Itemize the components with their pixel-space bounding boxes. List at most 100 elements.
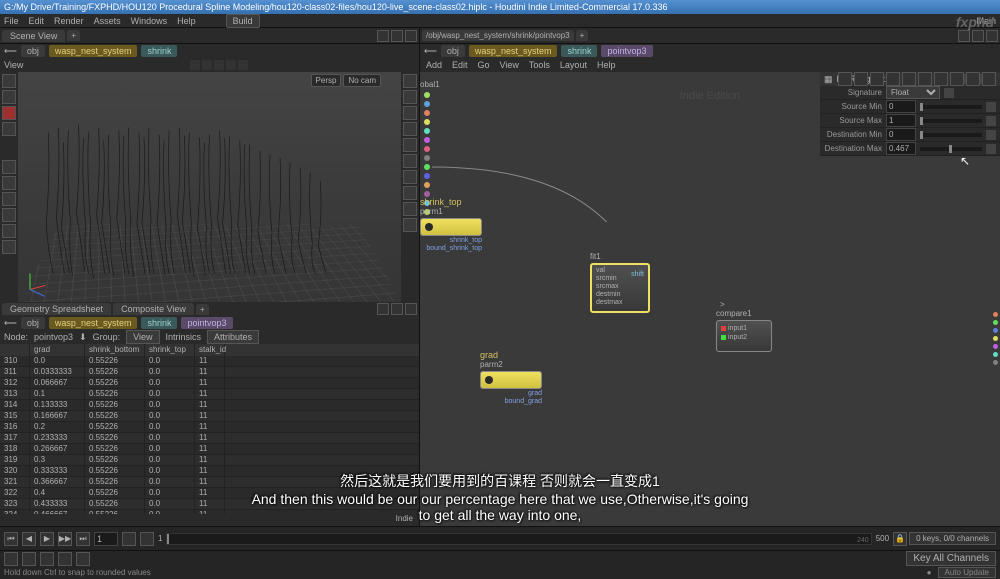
breadcrumb-back-icon[interactable]: ⟵ [4, 46, 17, 57]
fit-in-destmax[interactable]: destmax [596, 299, 622, 307]
col-grad[interactable]: grad [30, 344, 85, 356]
net-view[interactable]: View [500, 60, 519, 70]
tl2-e-icon[interactable] [76, 552, 90, 566]
net-layout[interactable]: Layout [560, 60, 587, 70]
table-row[interactable]: 3130.10.552260.011 [0, 389, 419, 400]
scene-viewport[interactable]: Persp No cam [0, 72, 419, 302]
auto-update-button[interactable]: Auto Update [938, 567, 996, 578]
grad-out2[interactable]: bound_grad [480, 398, 542, 406]
add-spread-tab[interactable]: + [196, 304, 209, 315]
fit-in-srcmax[interactable]: srcmax [596, 283, 622, 291]
table-row[interactable]: 3190.30.552260.011 [0, 455, 419, 466]
play-next-icon[interactable]: ▶▶ [58, 532, 72, 546]
fit-out-shift[interactable]: shift [631, 271, 644, 278]
net-pin-icon[interactable] [958, 30, 970, 42]
ntb-c-icon[interactable] [870, 72, 884, 86]
tl-lock-icon[interactable]: 🔒 [893, 532, 907, 546]
col-shrink-top[interactable]: shrink_top [145, 344, 195, 356]
timeline-start[interactable]: 1 [158, 534, 162, 543]
net-add[interactable]: Add [426, 60, 442, 70]
ntb-f-icon[interactable] [918, 72, 932, 86]
net-menu-icon[interactable] [986, 30, 998, 42]
ntb-j-icon[interactable] [982, 72, 996, 86]
scrumb-pointvop[interactable]: pointvop3 [181, 317, 232, 329]
node-compare1[interactable]: > compare1 input1 input2 [716, 300, 772, 352]
node-global[interactable]: obal1 [420, 80, 440, 89]
crumb-wasp-nest[interactable]: wasp_nest_system [49, 45, 138, 57]
pane-max-icon[interactable] [391, 30, 403, 42]
tool-handle-icon[interactable] [2, 106, 16, 120]
ntb-b-icon[interactable] [854, 72, 868, 86]
tool-select-icon[interactable] [2, 74, 16, 88]
tool-a-icon[interactable] [2, 160, 16, 174]
tl2-d-icon[interactable] [58, 552, 72, 566]
rtool-b-icon[interactable] [403, 90, 417, 104]
node-fit1[interactable]: fit1 val srcmin srcmax destmin destmax s… [590, 252, 650, 313]
viewport-3d[interactable]: Persp No cam [18, 72, 401, 302]
tl2-a-icon[interactable] [4, 552, 18, 566]
ntb-g-icon[interactable] [934, 72, 948, 86]
ncrumb-shrink[interactable]: shrink [561, 45, 597, 57]
rtool-d-icon[interactable] [403, 122, 417, 136]
menu-edit[interactable]: Edit [29, 16, 45, 26]
tool-c-icon[interactable] [2, 192, 16, 206]
rtool-c-icon[interactable] [403, 106, 417, 120]
tool-e-icon[interactable] [2, 224, 16, 238]
node-grad[interactable]: grad parm2 grad bound_grad [480, 350, 542, 406]
network-path-tab[interactable]: /obj/wasp_nest_system/shrink/pointvop3 [422, 30, 574, 41]
tool-f-icon[interactable] [2, 240, 16, 254]
frame-input[interactable]: 1 [94, 532, 118, 546]
spread-max-icon[interactable] [391, 303, 403, 315]
shrink-top-out1[interactable]: shrink_top [420, 237, 482, 245]
menu-file[interactable]: File [4, 16, 19, 26]
ntb-i-icon[interactable] [966, 72, 980, 86]
ncrumb-pointvop[interactable]: pointvop3 [601, 45, 652, 57]
tl-b-icon[interactable] [140, 532, 154, 546]
add-net-tab[interactable]: + [576, 30, 589, 41]
spread-pin-icon[interactable] [377, 303, 389, 315]
node-shrink-top[interactable]: shrink_top parm1 shrink_top bound_shrink… [420, 197, 482, 253]
scrumb-obj[interactable]: obj [21, 317, 45, 329]
destmax-slider[interactable] [920, 147, 982, 151]
spreadsheet-tab[interactable]: Geometry Spreadsheet [2, 303, 111, 315]
timeline-track[interactable]: 240 [166, 533, 871, 545]
table-row[interactable]: 3150.1666670.552260.011 [0, 411, 419, 422]
node-value[interactable]: pointvop3 [34, 332, 73, 342]
menu-assets[interactable]: Assets [94, 16, 121, 26]
compare-in1[interactable]: input1 [728, 324, 747, 333]
scrumb-wasp[interactable]: wasp_nest_system [49, 317, 138, 329]
pane-pin-icon[interactable] [377, 30, 389, 42]
nbreadcrumb-back-icon[interactable]: ⟵ [424, 46, 437, 57]
vp-icon-a[interactable] [190, 60, 200, 70]
tool-d-icon[interactable] [2, 208, 16, 222]
ntb-e-icon[interactable] [902, 72, 916, 86]
tool-b-icon[interactable] [2, 176, 16, 190]
net-tools[interactable]: Tools [529, 60, 550, 70]
pane-menu-icon[interactable] [405, 30, 417, 42]
timeline-end2[interactable]: 500 [876, 534, 889, 543]
menu-help[interactable]: Help [177, 16, 196, 26]
add-pane-tab[interactable]: + [67, 30, 80, 41]
ncrumb-wasp[interactable]: wasp_nest_system [469, 45, 558, 57]
srcmax-gear-icon[interactable] [986, 116, 996, 126]
destmin-value[interactable]: 0 [886, 128, 916, 141]
table-row[interactable]: 3170.2333330.552260.011 [0, 433, 419, 444]
destmin-gear-icon[interactable] [986, 130, 996, 140]
rtool-g-icon[interactable] [403, 170, 417, 184]
scrumb-shrink[interactable]: shrink [141, 317, 177, 329]
srcmin-gear-icon[interactable] [986, 102, 996, 112]
srcmax-slider[interactable] [920, 119, 982, 123]
composite-tab[interactable]: Composite View [113, 303, 194, 315]
play-first-icon[interactable]: ⏮ [4, 532, 18, 546]
table-row[interactable]: 3180.2666670.552260.011 [0, 444, 419, 455]
spread-menu-icon[interactable] [405, 303, 417, 315]
net-go[interactable]: Go [478, 60, 490, 70]
vp-icon-e[interactable] [238, 60, 248, 70]
net-help[interactable]: Help [597, 60, 616, 70]
vp-icon-d[interactable] [226, 60, 236, 70]
ntb-d-icon[interactable] [886, 72, 900, 86]
play-play-icon[interactable]: ▶ [40, 532, 54, 546]
vp-icon-b[interactable] [202, 60, 212, 70]
rtool-e-icon[interactable] [403, 138, 417, 152]
destmax-value[interactable]: 0.467 [886, 142, 916, 155]
